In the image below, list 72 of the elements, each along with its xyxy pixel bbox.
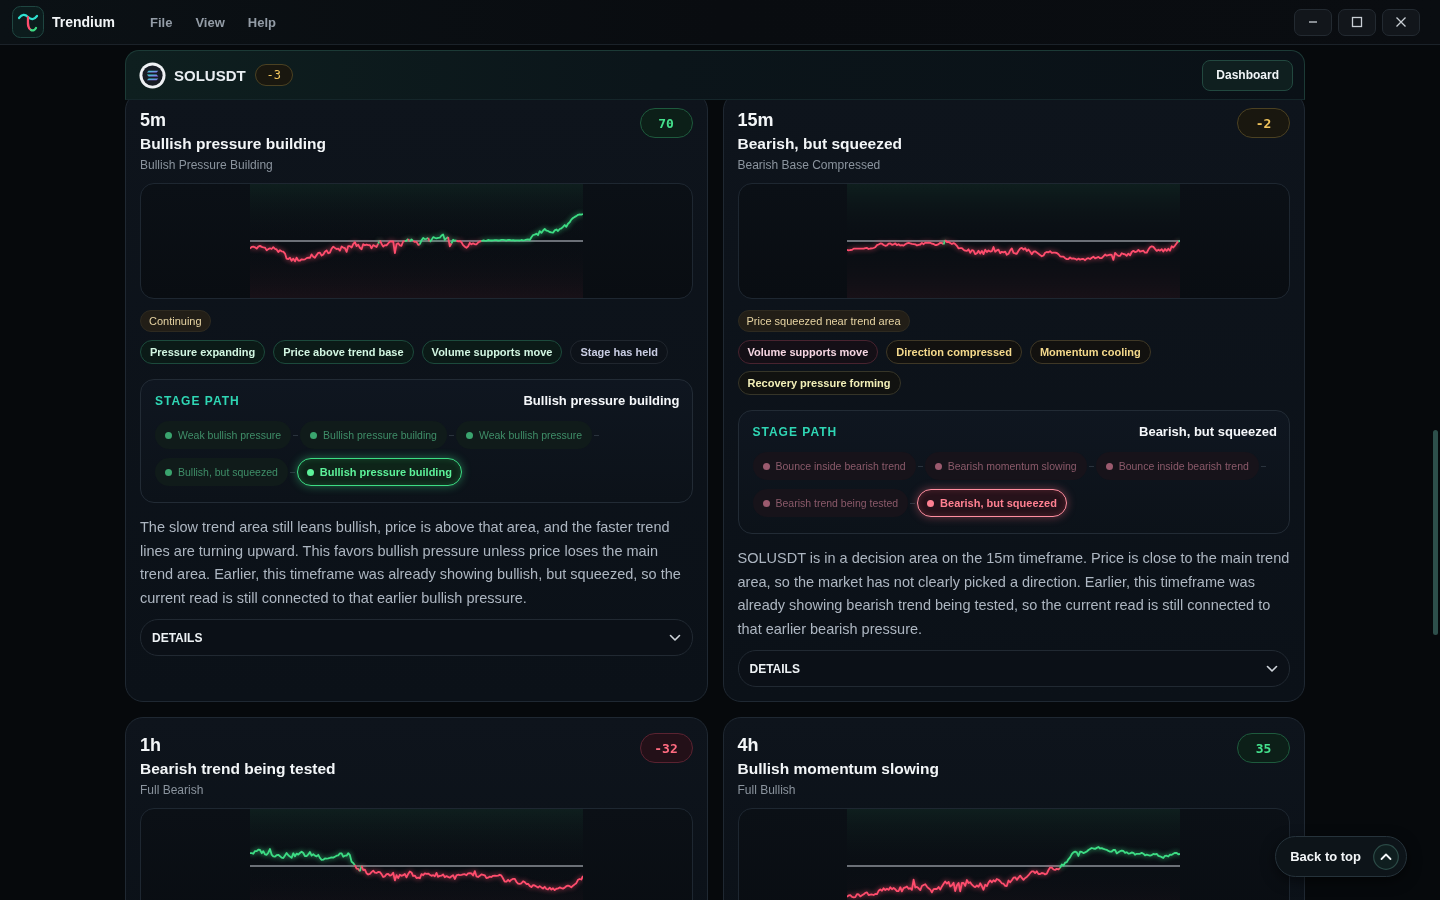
dot-icon: [465, 431, 473, 439]
dot-icon: [934, 462, 942, 470]
timeframe-label: 4h: [737, 734, 760, 756]
chevron-up-icon: [1373, 843, 1399, 870]
phase-tag: Price squeezed near trend area: [737, 310, 910, 332]
step-label: Bearish trend being tested: [775, 497, 899, 509]
signal-tag: Stage has held: [570, 340, 669, 364]
score-badge: -3: [254, 64, 293, 86]
details-toggle[interactable]: DETAILS: [737, 650, 1290, 687]
chevron-down-icon: [1266, 664, 1278, 673]
back-to-top-button[interactable]: Back to top: [1275, 836, 1407, 877]
signal-tag: Pressure expanding: [140, 340, 266, 364]
coin-icon: [139, 61, 166, 89]
timeframe-label: 1h: [140, 734, 162, 756]
dot-icon: [762, 499, 770, 507]
card-title: Bullish momentum slowing: [737, 759, 939, 779]
card-subtitle: Bearish Base Compressed: [737, 157, 882, 173]
step-label: Bearish momentum slowing: [947, 460, 1077, 472]
dot-icon: [927, 499, 935, 507]
maximize-button[interactable]: [1338, 8, 1376, 36]
score-badge: 35: [1237, 733, 1290, 763]
dot-icon: [1105, 462, 1113, 470]
signal-tag: Direction compressed: [886, 340, 1022, 364]
signal-tag: Recovery pressure forming: [737, 371, 901, 395]
dot-icon: [762, 462, 770, 470]
signal-tag: Volume supports move: [737, 340, 879, 364]
description-text: SOLUSDT is in a decision area on the 15m timeframe. Price is close to the main trend area, so the market has not clearly picked a direction. Earlier, this timeframe was already showing bearish trend being tested, so the current read is still connected to that earlier bearish pressure.: [737, 549, 1290, 639]
signal-tag: Price above trend base: [273, 340, 414, 364]
phase-tag: Continuing: [140, 310, 211, 332]
menu-item[interactable]: Help: [237, 9, 286, 35]
step-label: Bullish pressure building: [319, 466, 452, 478]
dot-icon: [306, 468, 314, 476]
app-name: Trendium: [52, 14, 115, 30]
logo-icon: [12, 6, 44, 38]
dot-icon: [165, 468, 172, 476]
score-badge: -32: [639, 733, 693, 763]
scrollbar-thumb[interactable]: [1433, 430, 1438, 635]
dot-icon: [165, 431, 172, 439]
score-badge: -2: [1237, 108, 1290, 138]
card-title: Bullish pressure building: [140, 134, 327, 154]
chevron-down-icon: [668, 633, 681, 642]
close-icon: [1395, 16, 1407, 28]
step-label: Bounce inside bearish trend: [775, 460, 906, 472]
card-subtitle: Full Bearish: [140, 782, 205, 798]
card-title: Bearish trend being tested: [140, 759, 336, 779]
current-stage-label: Bullish pressure building: [523, 393, 680, 409]
details-toggle[interactable]: DETAILS: [140, 619, 693, 656]
timeframe-label: 5m: [140, 109, 167, 131]
step-label: Bounce inside bearish trend: [1118, 460, 1249, 472]
score-badge: 70: [639, 108, 693, 138]
dashboard-button[interactable]: Dashboard: [1202, 59, 1293, 91]
stage-path-heading: STAGE PATH: [155, 393, 240, 409]
step-label: Bearish, but squeezed: [940, 497, 1057, 509]
card-title: Bearish, but squeezed: [737, 134, 902, 154]
signal-tag: Momentum cooling: [1029, 340, 1151, 364]
close-button[interactable]: [1382, 8, 1420, 36]
dot-icon: [310, 431, 318, 439]
step-label: Bullish, but squeezed: [178, 466, 278, 478]
menu-item[interactable]: View: [185, 9, 235, 35]
maximize-icon: [1351, 16, 1363, 28]
description-text: The slow trend area still leans bullish, price is above that area, and the faster trend lines are turning upward. This favors bullish pressure unless price loses the main trend area. Earlier, this timeframe was already showing bullish, but squeezed, so the current read is still connected to that earlier bullish pressure.: [140, 518, 682, 608]
timeframe-label: 15m: [737, 109, 775, 131]
menu-item[interactable]: File: [140, 9, 183, 35]
stage-path-heading: STAGE PATH: [752, 424, 838, 440]
card-subtitle: Full Bullish: [737, 782, 797, 798]
card-subtitle: Bullish Pressure Building: [140, 157, 274, 173]
symbol-name: SOLUSDT: [174, 66, 246, 84]
signal-tag: Volume supports move: [421, 340, 563, 364]
current-stage-label: Bearish, but squeezed: [1139, 424, 1277, 440]
step-label: Bullish pressure building: [323, 429, 437, 441]
step-label: Weak bullish pressure: [178, 429, 282, 441]
step-label: Weak bullish pressure: [478, 429, 583, 441]
